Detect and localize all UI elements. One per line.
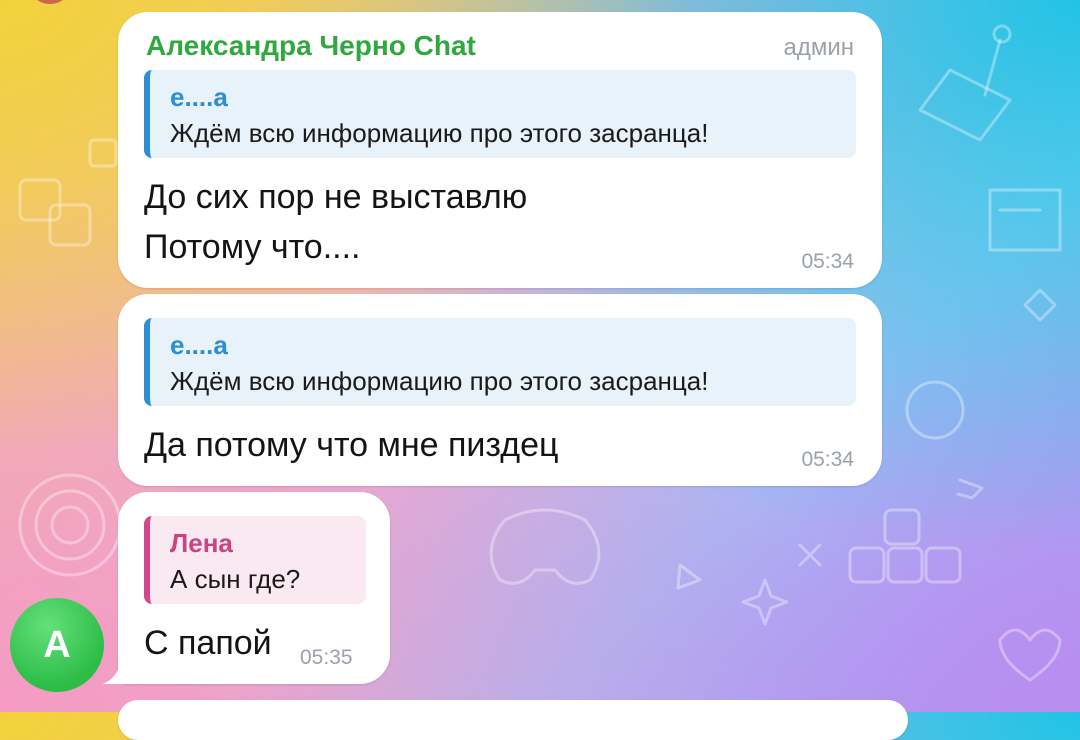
message-bubble[interactable]: е....а Ждём всю информацию про этого зас… [118, 294, 882, 486]
reply-text: Ждём всю информацию про этого засранца! [170, 118, 709, 148]
heart-icon [998, 628, 1062, 682]
triangle-icon [676, 563, 702, 590]
joystick-icon [918, 24, 1012, 142]
reply-author: е....а [170, 82, 228, 112]
sender-name[interactable]: Александра Черно Chat [146, 30, 476, 62]
spiral-icon [18, 473, 122, 577]
message-text: Потому что.... [144, 228, 361, 266]
gamepad-icon [489, 508, 601, 585]
message-timestamp: 05:34 [801, 448, 854, 471]
message-bubble[interactable]: Лена А сын где? С папой 05:35 [118, 492, 390, 684]
x-mark-icon [798, 543, 822, 567]
dice-icon [18, 178, 92, 247]
flag-icon [956, 478, 984, 500]
admin-badge: админ [783, 34, 854, 61]
reply-author: Лена [170, 528, 233, 558]
message-bubble-partial[interactable] [118, 700, 908, 740]
message-text: С папой [144, 624, 272, 662]
reply-quote[interactable]: е....а Ждём всю информацию про этого зас… [144, 70, 856, 158]
star-icon [741, 578, 789, 626]
puzzle-icon [88, 138, 118, 168]
reply-author: е....а [170, 330, 228, 360]
avatar-partial[interactable] [30, 0, 70, 4]
reply-text: А сын где? [170, 564, 301, 594]
message-timestamp: 05:34 [801, 250, 854, 273]
diamond-icon [1023, 288, 1057, 322]
console-icon [988, 188, 1062, 252]
message-text: До сих пор не выставлю [144, 178, 528, 216]
message-text: Да потому что мне пиздец [144, 426, 559, 464]
badge-icon [905, 380, 965, 440]
reply-quote[interactable]: е....а Ждём всю информацию про этого зас… [144, 318, 856, 406]
bubble-tail [102, 660, 130, 684]
keyboard-keys-icon [848, 508, 962, 584]
reply-quote[interactable]: Лена А сын где? [144, 516, 366, 604]
message-timestamp: 05:35 [300, 646, 353, 669]
reply-text: Ждём всю информацию про этого засранца! [170, 366, 709, 396]
avatar[interactable]: A [10, 598, 104, 692]
message-bubble[interactable]: Александра Черно Chat админ е....а Ждём … [118, 12, 882, 288]
